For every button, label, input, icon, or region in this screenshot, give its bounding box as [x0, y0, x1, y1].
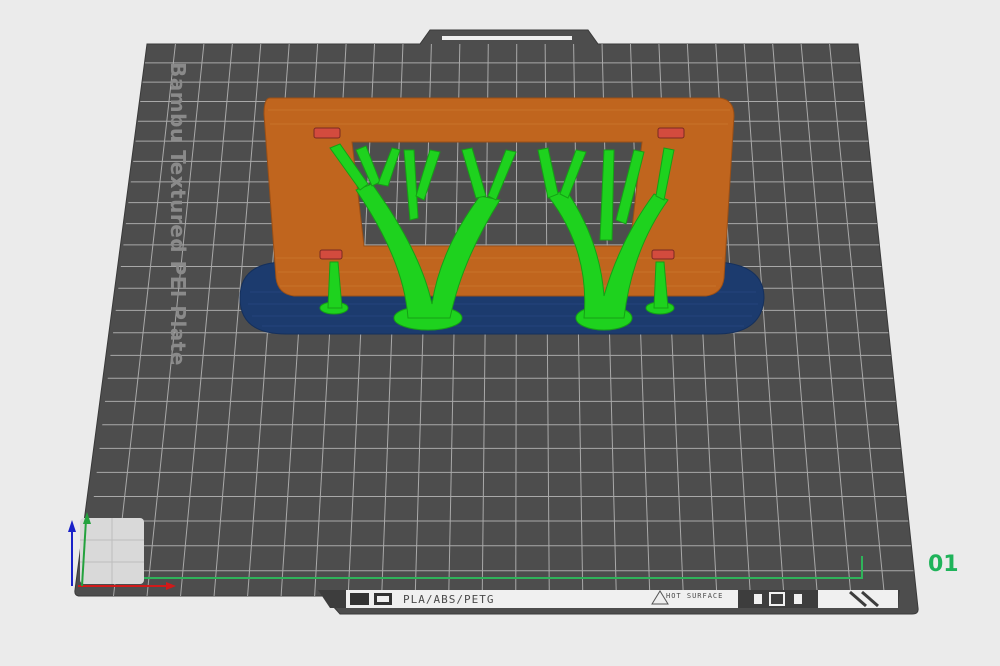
material-compatibility-text: PLA/ABS/PETG	[403, 593, 495, 606]
plate-grid-icon	[350, 593, 369, 605]
z-axis-arrow-icon	[68, 520, 76, 532]
plate-name-label: Bambu Textured PEI Plate	[166, 62, 190, 366]
plate-handle	[442, 36, 572, 40]
hot-surface-text: HOT SURFACE	[666, 592, 724, 600]
build-plate-scene[interactable]	[0, 0, 1000, 666]
plate-number[interactable]: 01	[928, 552, 959, 577]
